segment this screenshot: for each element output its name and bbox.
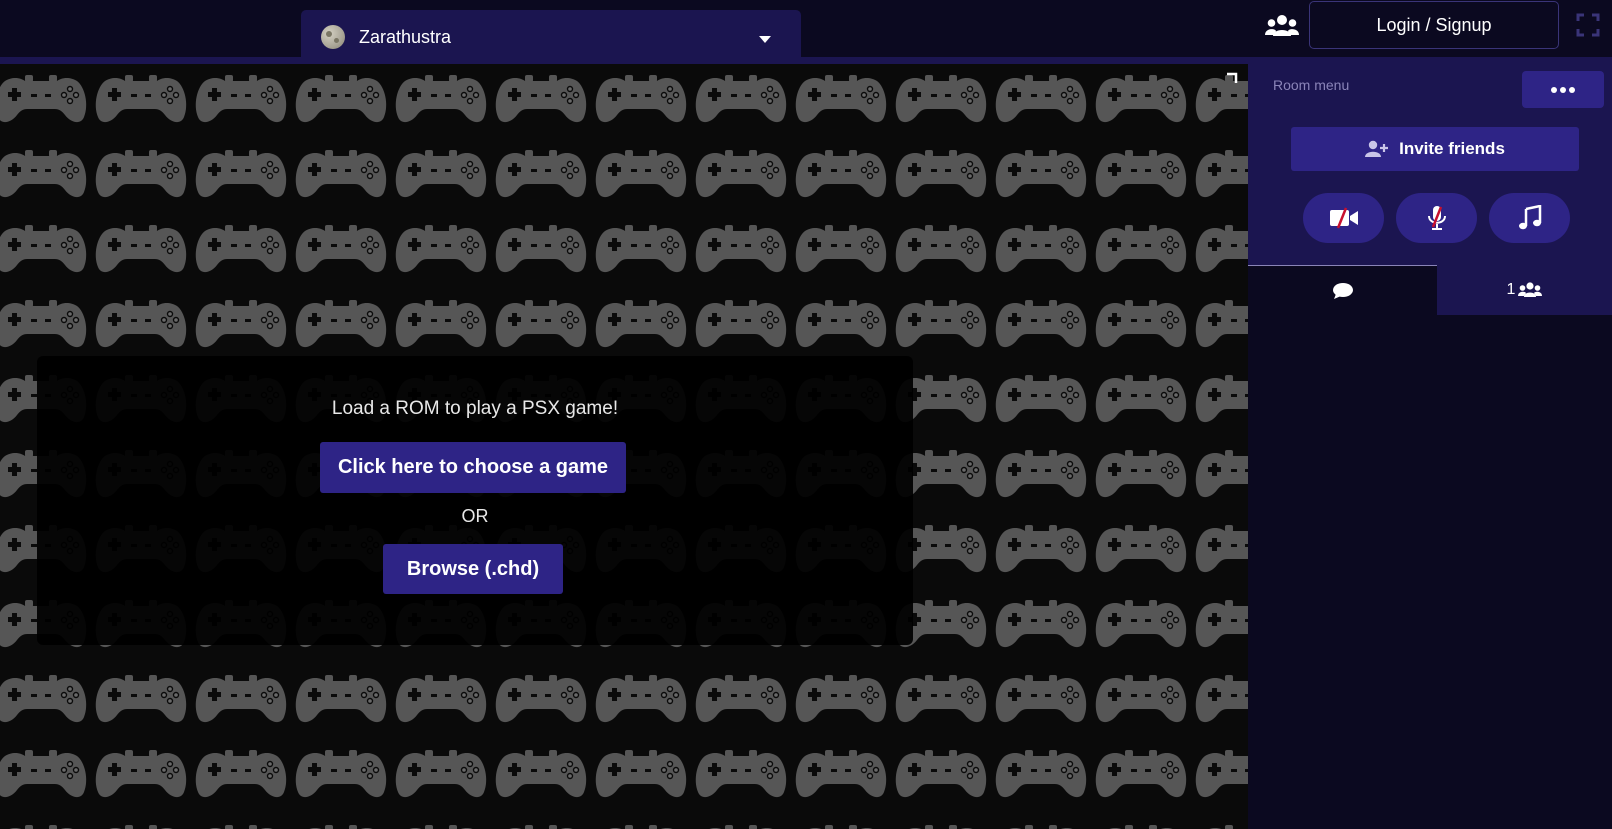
- users-icon: [1518, 282, 1543, 297]
- choose-game-button[interactable]: Click here to choose a game: [320, 442, 626, 493]
- mic-off-icon: [1427, 206, 1446, 230]
- user-count: 1: [1506, 281, 1516, 298]
- browse-chd-button[interactable]: Browse (.chd): [383, 544, 563, 594]
- user-plus-icon: [1365, 140, 1389, 157]
- load-rom-panel: Load a ROM to play a PSX game! Click her…: [37, 356, 913, 645]
- login-signup-button[interactable]: Login / Signup: [1309, 1, 1559, 49]
- invite-friends-button[interactable]: Invite friends: [1291, 127, 1579, 171]
- tab-chat[interactable]: [1248, 265, 1437, 315]
- fullscreen-icon[interactable]: [1576, 13, 1600, 37]
- room-menu-label: Room menu: [1273, 77, 1350, 93]
- room-name: Zarathustra: [359, 26, 452, 47]
- or-separator: OR: [461, 506, 489, 526]
- tab-users[interactable]: 1: [1437, 265, 1612, 315]
- music-icon: [1518, 205, 1541, 230]
- chevron-down-icon: [759, 36, 771, 43]
- side-tab-bar: 1: [1248, 265, 1612, 315]
- room-selector[interactable]: Zarathustra: [301, 10, 801, 64]
- video-toggle-button[interactable]: [1303, 193, 1384, 243]
- dot-icon: [1551, 86, 1557, 93]
- dot-icon: [1560, 86, 1566, 93]
- mic-toggle-button[interactable]: [1396, 193, 1477, 243]
- corner-expand-icon[interactable]: [1226, 72, 1238, 84]
- more-options-button[interactable]: [1522, 71, 1604, 108]
- load-rom-title: Load a ROM to play a PSX game!: [331, 398, 619, 419]
- room-side-panel: Room menu Invite friends: [1248, 57, 1612, 265]
- chat-icon: [1332, 282, 1353, 299]
- chat-panel: [1248, 315, 1612, 829]
- game-area: Load a ROM to play a PSX game! Click her…: [0, 64, 1248, 829]
- users-icon[interactable]: [1265, 14, 1299, 38]
- dot-icon: [1569, 86, 1575, 93]
- music-button[interactable]: [1489, 193, 1570, 243]
- video-off-icon: [1329, 207, 1358, 229]
- invite-friends-label: Invite friends: [1399, 139, 1505, 158]
- planet-icon: [321, 25, 345, 49]
